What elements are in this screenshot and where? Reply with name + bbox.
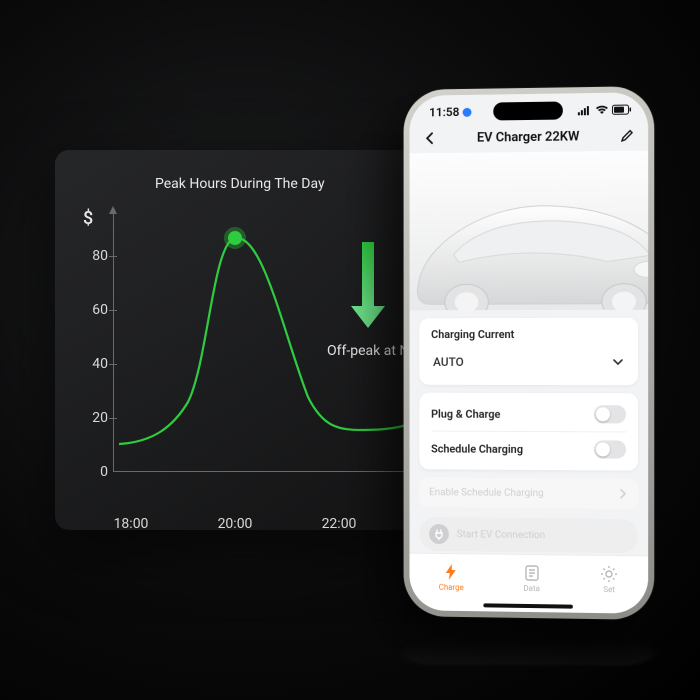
enable-schedule-label: Enable Schedule Charging [429,487,544,499]
bolt-icon [442,563,460,581]
tab-charge[interactable]: Charge [439,563,464,592]
plug-and-charge-toggle[interactable] [594,405,626,423]
phone-screen: 11:58 EV Charger 22KW [409,92,648,614]
ytick-80: 80 [80,248,108,264]
phone-frame: 11:58 EV Charger 22KW [404,86,655,620]
ytick-40: 40 [80,356,108,372]
pencil-icon [620,129,634,143]
status-icons [578,104,632,115]
cellular-icon [578,105,592,115]
location-active-icon [462,107,471,116]
charging-current-value: AUTO [433,355,464,369]
ytick-0: 0 [80,464,108,480]
schedule-charging-label: Schedule Charging [431,442,523,455]
charging-current-card: Charging Current AUTO [419,318,638,385]
chevron-down-icon [612,356,624,368]
schedule-charging-row: Schedule Charging [431,431,626,467]
chevron-left-icon [423,131,437,145]
gear-icon [600,565,618,583]
document-icon [523,564,541,582]
chart-line [113,212,453,472]
tab-charge-label: Charge [439,583,464,592]
app-header: EV Charger 22KW [409,120,648,153]
charging-current-select[interactable]: AUTO [431,349,626,375]
plug-icon [429,524,449,544]
wifi-icon [595,105,609,115]
car-illustration [409,183,648,311]
xtick-1: 20:00 [218,516,253,532]
start-ev-label: Start EV Connection [457,529,546,541]
tab-set[interactable]: Set [600,565,618,594]
ytick-20: 20 [80,410,108,426]
schedule-charging-toggle[interactable] [594,440,626,458]
chevron-right-icon [618,489,628,499]
arrow-down-icon [351,242,385,332]
start-ev-button[interactable]: Start EV Connection [419,517,638,553]
plug-and-charge-row: Plug & Charge [431,397,626,432]
page-title: EV Charger 22KW [477,129,580,145]
chart-annotation-peak: Peak Hours During The Day [155,176,325,192]
plug-and-charge-label: Plug & Charge [431,407,500,420]
tab-data[interactable]: Data [523,564,541,593]
chart-ylabel: $ [83,208,93,229]
phone-reflection [404,641,655,666]
status-time: 11:58 [429,105,459,119]
enable-schedule-row[interactable]: Enable Schedule Charging [419,477,638,509]
toggles-card: Plug & Charge Schedule Charging [419,393,638,471]
dynamic-island [493,101,563,120]
xtick-2: 22:00 [322,516,357,532]
hero-area [409,151,648,311]
battery-icon [612,104,632,114]
charging-current-label: Charging Current [431,328,626,341]
back-button[interactable] [421,129,439,147]
edit-button[interactable] [618,127,636,145]
tab-data-label: Data [523,584,539,593]
ytick-60: 60 [80,302,108,318]
xtick-0: 18:00 [114,516,149,532]
tab-set-label: Set [603,585,615,594]
